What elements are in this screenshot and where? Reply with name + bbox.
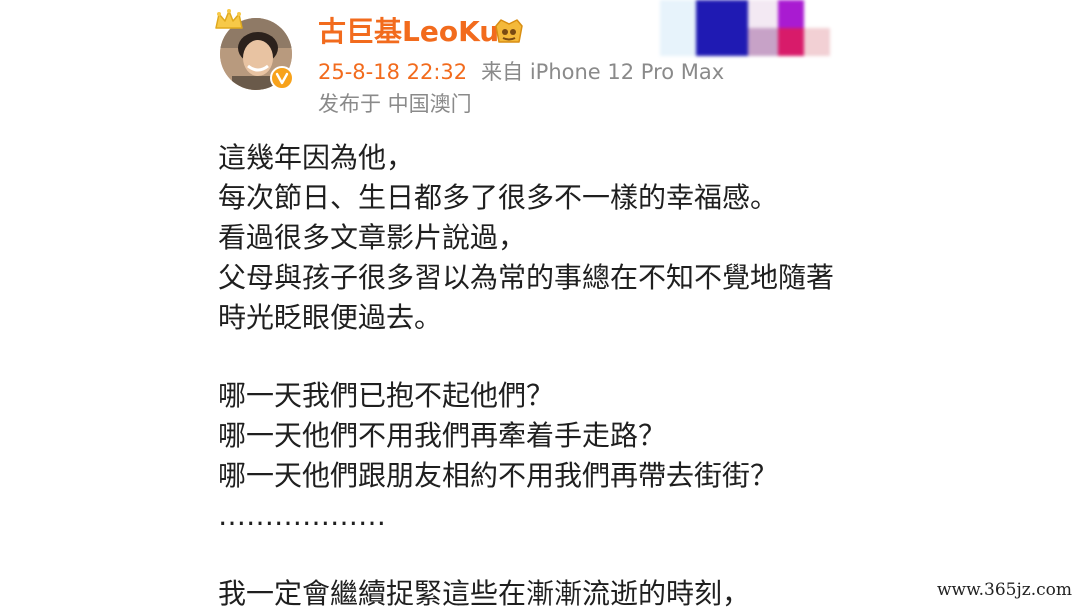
post-line: 看過很多文章影片說過， xyxy=(218,221,527,254)
post-meta: 25-8-18 22:32 来自 iPhone 12 Pro Max xyxy=(318,58,724,86)
post-line: 我一定會繼續捉緊這些在漸漸流逝的時刻， xyxy=(218,577,751,610)
post-line: 每次節日、生日都多了很多不一樣的幸福感。 xyxy=(218,181,779,214)
post-line: 時光眨眼便過去。 xyxy=(218,301,443,334)
vip-badge-icon[interactable] xyxy=(492,16,526,46)
avatar-block[interactable] xyxy=(214,8,300,90)
watermark: www.365jz.com xyxy=(937,580,1072,600)
verified-badge-icon xyxy=(270,66,294,90)
post-source: 来自 iPhone 12 Pro Max xyxy=(481,60,725,84)
blurred-image-fragment xyxy=(660,0,830,56)
post-content: 這幾年因為他， 每次節日、生日都多了很多不一樣的幸福感。 看過很多文章影片說過，… xyxy=(218,138,918,614)
post-line: 哪一天他們不用我們再牽着手走路？ xyxy=(218,419,667,452)
post-line: 父母與孩子很多習以為常的事總在不知不覺地隨著 xyxy=(218,261,835,294)
post-ellipsis: ……………… xyxy=(218,499,386,532)
username[interactable]: 古巨基LeoKu xyxy=(318,14,499,50)
post-line: 哪一天他們跟朋友相約不用我們再帶去街街？ xyxy=(218,459,779,492)
post-line: 哪一天我們已抱不起他們？ xyxy=(218,379,555,412)
crown-icon xyxy=(215,9,243,29)
post-location: 发布于 中国澳门 xyxy=(318,92,472,116)
post-line: 這幾年因為他， xyxy=(218,141,415,174)
post-timestamp[interactable]: 25-8-18 22:32 xyxy=(318,60,467,84)
